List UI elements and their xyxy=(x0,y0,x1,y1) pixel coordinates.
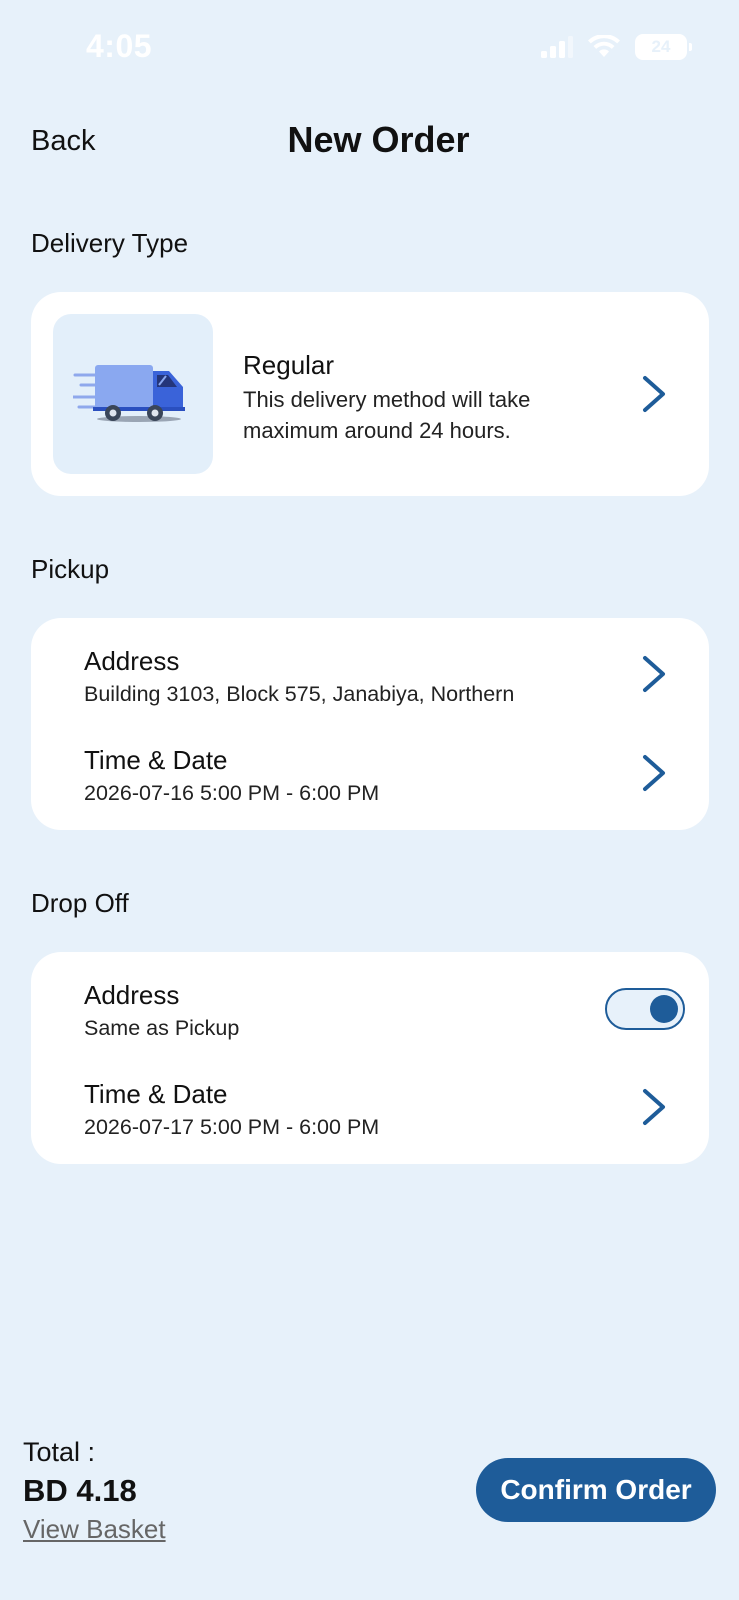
cellular-signal-icon xyxy=(541,36,573,58)
total-label: Total : xyxy=(23,1437,96,1467)
dropoff-time-title: Time & Date xyxy=(84,1079,228,1109)
status-time: 4:05 xyxy=(86,28,153,64)
toggle-knob xyxy=(650,995,678,1023)
pickup-label: Pickup xyxy=(31,554,110,584)
status-icons: 24 xyxy=(541,34,692,60)
delivery-truck-tile xyxy=(53,314,213,474)
pickup-card: Address Building 3103, Block 575, Janabi… xyxy=(31,618,709,830)
pickup-address-title: Address xyxy=(84,646,180,676)
wifi-icon xyxy=(588,35,620,57)
delivery-type-description: This delivery method will take maximum a… xyxy=(243,387,531,443)
view-basket-link[interactable]: View Basket xyxy=(23,1514,166,1545)
dropoff-label: Drop Off xyxy=(31,888,129,918)
dropoff-card: Address Same as Pickup Time & Date 2026-… xyxy=(31,952,709,1164)
chevron-right-icon[interactable] xyxy=(637,374,671,414)
total-value: BD 4.18 xyxy=(23,1473,137,1508)
same-as-pickup-toggle[interactable] xyxy=(605,988,685,1030)
chevron-right-icon[interactable] xyxy=(637,654,671,694)
dropoff-time-value: 2026-07-17 5:00 PM - 6:00 PM xyxy=(84,1115,380,1139)
delivery-type-title: Regular xyxy=(243,350,335,380)
delivery-type-label: Delivery Type xyxy=(31,228,189,258)
pickup-time-value: 2026-07-16 5:00 PM - 6:00 PM xyxy=(84,781,380,805)
new-order-screen: 4:05 24 Back New Order Delivery Type Reg… xyxy=(0,0,739,1600)
chevron-right-icon[interactable] xyxy=(637,1087,671,1127)
chevron-right-icon[interactable] xyxy=(637,753,671,793)
battery-icon: 24 xyxy=(635,34,692,60)
confirm-order-button[interactable]: Confirm Order xyxy=(476,1458,716,1522)
dropoff-address-value: Same as Pickup xyxy=(84,1016,240,1040)
pickup-address-value: Building 3103, Block 575, Janabiya, Nort… xyxy=(84,682,515,706)
pickup-time-title: Time & Date xyxy=(84,745,228,775)
delivery-truck-icon xyxy=(73,365,185,422)
delivery-type-card[interactable]: Regular This delivery method will take m… xyxy=(31,292,709,496)
dropoff-address-title: Address xyxy=(84,980,180,1010)
page-title: New Order xyxy=(287,119,470,160)
